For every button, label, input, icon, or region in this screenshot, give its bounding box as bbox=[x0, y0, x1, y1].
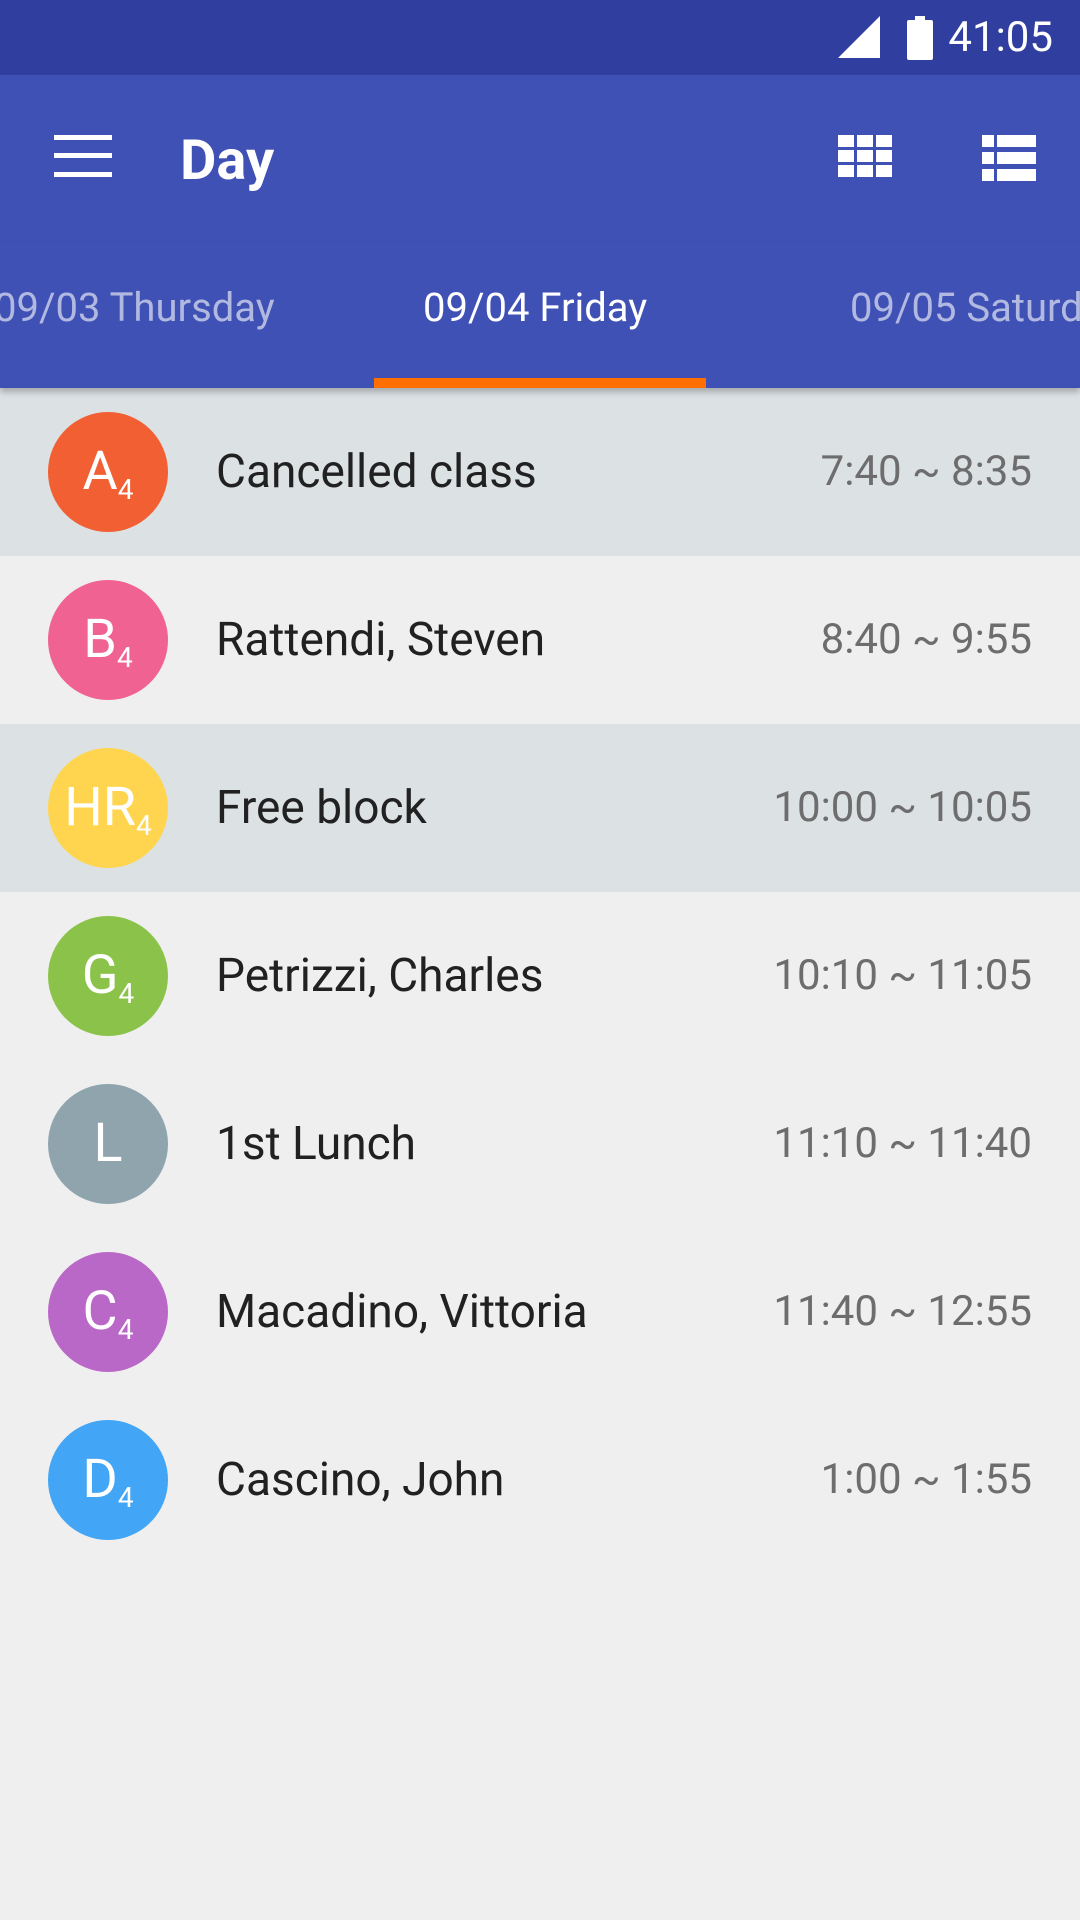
date-tabs: 09/03 Thursday 09/04 Friday 09/05 Saturd… bbox=[0, 243, 1080, 388]
period-avatar: C4 bbox=[48, 1252, 168, 1372]
class-time: 1:00 ~ 1:55 bbox=[820, 1455, 1032, 1504]
class-name: 1st Lunch bbox=[216, 1117, 417, 1171]
tab-indicator bbox=[374, 378, 706, 388]
status-bar: 41:05 bbox=[0, 0, 1080, 75]
period-letter: A bbox=[82, 440, 118, 503]
period-avatar: HR4 bbox=[48, 748, 168, 868]
period-avatar: D4 bbox=[48, 1420, 168, 1540]
period-day: 4 bbox=[136, 809, 152, 842]
period-avatar: L bbox=[48, 1084, 168, 1204]
class-name: Petrizzi, Charles bbox=[216, 949, 544, 1003]
period-letter: C bbox=[82, 1280, 118, 1343]
tab-previous-day[interactable]: 09/03 Thursday bbox=[0, 283, 275, 333]
class-time: 7:40 ~ 8:35 bbox=[820, 447, 1032, 496]
schedule-row[interactable]: D4 Cascino, John 1:00 ~ 1:55 bbox=[0, 1396, 1080, 1564]
schedule-row[interactable]: B4 Rattendi, Steven 8:40 ~ 9:55 bbox=[0, 556, 1080, 724]
class-name: Macadino, Vittoria bbox=[216, 1285, 588, 1339]
tab-next-day[interactable]: 09/05 Saturday bbox=[850, 283, 1080, 333]
app-bar: Day bbox=[0, 75, 1080, 243]
list-view-icon[interactable] bbox=[982, 135, 1036, 181]
class-time: 10:00 ~ 10:05 bbox=[773, 783, 1032, 832]
class-name: Free block bbox=[216, 781, 427, 835]
class-time: 11:10 ~ 11:40 bbox=[773, 1119, 1032, 1168]
grid-view-icon[interactable] bbox=[838, 135, 892, 177]
period-letter: D bbox=[82, 1448, 118, 1511]
schedule-row[interactable]: G4 Petrizzi, Charles 10:10 ~ 11:05 bbox=[0, 892, 1080, 1060]
schedule-list: A4 Cancelled class 7:40 ~ 8:35 B4 Ratten… bbox=[0, 388, 1080, 1564]
schedule-row[interactable]: HR4 Free block 10:00 ~ 10:05 bbox=[0, 724, 1080, 892]
period-day: 4 bbox=[118, 977, 135, 1010]
class-name: Rattendi, Steven bbox=[216, 613, 546, 667]
class-time: 8:40 ~ 9:55 bbox=[820, 615, 1032, 664]
period-avatar: B4 bbox=[48, 580, 168, 700]
signal-icon bbox=[838, 16, 880, 58]
page-title: Day bbox=[180, 127, 275, 193]
period-day: 4 bbox=[117, 473, 134, 506]
menu-icon[interactable] bbox=[54, 135, 112, 177]
period-day: 4 bbox=[116, 641, 133, 674]
period-day: 4 bbox=[117, 1313, 134, 1346]
period-letter: L bbox=[93, 1112, 123, 1175]
schedule-row[interactable]: L 1st Lunch 11:10 ~ 11:40 bbox=[0, 1060, 1080, 1228]
class-name: Cancelled class bbox=[216, 445, 537, 499]
schedule-row[interactable]: C4 Macadino, Vittoria 11:40 ~ 12:55 bbox=[0, 1228, 1080, 1396]
class-name: Cascino, John bbox=[216, 1453, 505, 1507]
tab-current-day[interactable]: 09/04 Friday bbox=[423, 283, 647, 333]
period-letter: G bbox=[81, 944, 119, 1007]
period-letter: B bbox=[83, 608, 117, 671]
period-avatar: G4 bbox=[48, 916, 168, 1036]
class-time: 11:40 ~ 12:55 bbox=[773, 1287, 1032, 1336]
period-avatar: A4 bbox=[48, 412, 168, 532]
class-time: 10:10 ~ 11:05 bbox=[773, 951, 1032, 1000]
battery-icon bbox=[907, 16, 933, 60]
period-day: 4 bbox=[117, 1481, 134, 1514]
period-letter: HR bbox=[64, 776, 137, 839]
schedule-row[interactable]: A4 Cancelled class 7:40 ~ 8:35 bbox=[0, 388, 1080, 556]
status-time: 41:05 bbox=[948, 13, 1053, 62]
